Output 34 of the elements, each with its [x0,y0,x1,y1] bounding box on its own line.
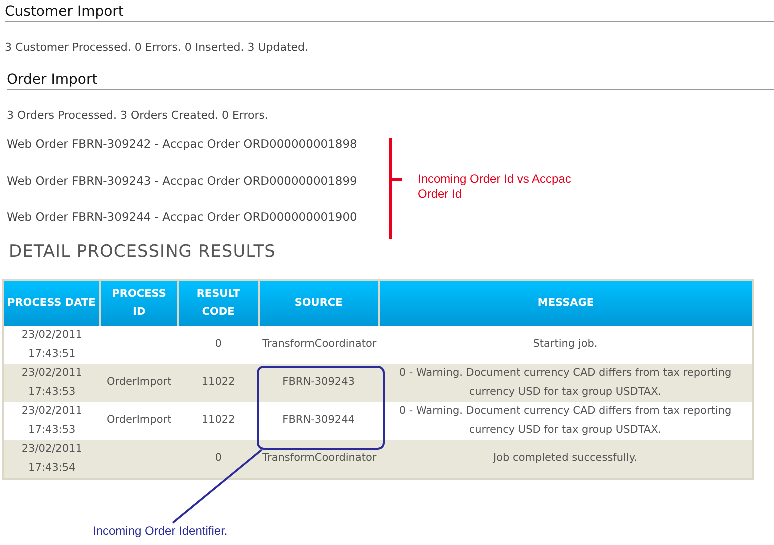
table-cell: Job completed successfully. [494,452,638,464]
annotation-text: Incoming Order Identifier. [93,524,228,539]
table-cell: 0 [215,338,222,350]
table-cell: FBRN-309244 [282,414,355,426]
table-cell: 23/02/2011 17:43:53 [22,404,82,436]
table-cell: OrderImport [107,414,172,426]
column-header: RESULT CODE [178,280,259,326]
table-cell: 0 - Warning. Document currency CAD differs from tax reporting currency USD for tax group USDTAX. [399,404,732,436]
section-heading: Order Import [7,69,774,90]
table-cell: FBRN-309243 [282,376,355,388]
order-line: Web Order FBRN-309244 - Accpac Order ORD000000001900 [7,210,358,224]
table-cell: 0 - Warning. Document currency CAD differs from tax reporting currency USD for tax group USDTAX. [399,366,732,398]
section-heading: Customer Import [5,1,774,22]
table-cell: TransformCoordinator [262,452,377,464]
order-line: Web Order FBRN-309242 - Accpac Order ORD000000001898 [7,137,358,151]
annotation-text: Incoming Order Id vs Accpac Order Id [418,172,572,202]
table-cell: 0 [215,452,222,464]
order-line: Web Order FBRN-309243 - Accpac Order ORD000000001899 [7,174,358,188]
summary-text: 3 Orders Processed. 3 Orders Created. 0 Errors. [7,109,270,123]
column-header: SOURCE [258,280,379,326]
table-cell: OrderImport [107,376,172,388]
summary-text: 3 Customer Processed. 0 Errors. 0 Inserted. 3 Updated. [5,41,310,55]
column-header: PROCESS ID [100,280,178,326]
table-cell: 23/02/2011 17:43:53 [22,366,82,398]
detail-title: DETAIL PROCESSING RESULTS [9,240,277,262]
column-header: MESSAGE [378,280,753,326]
table-cell: 11022 [202,376,236,388]
column-header: PROCESS DATE [3,280,100,326]
bracket-icon [389,138,402,239]
table-cell: Starting job. [533,338,598,350]
table-cell: 11022 [202,414,236,426]
table-cell: TransformCoordinator [262,338,377,350]
table-cell: 23/02/2011 17:43:54 [22,442,82,474]
table-cell: 23/02/2011 17:43:51 [22,328,82,360]
